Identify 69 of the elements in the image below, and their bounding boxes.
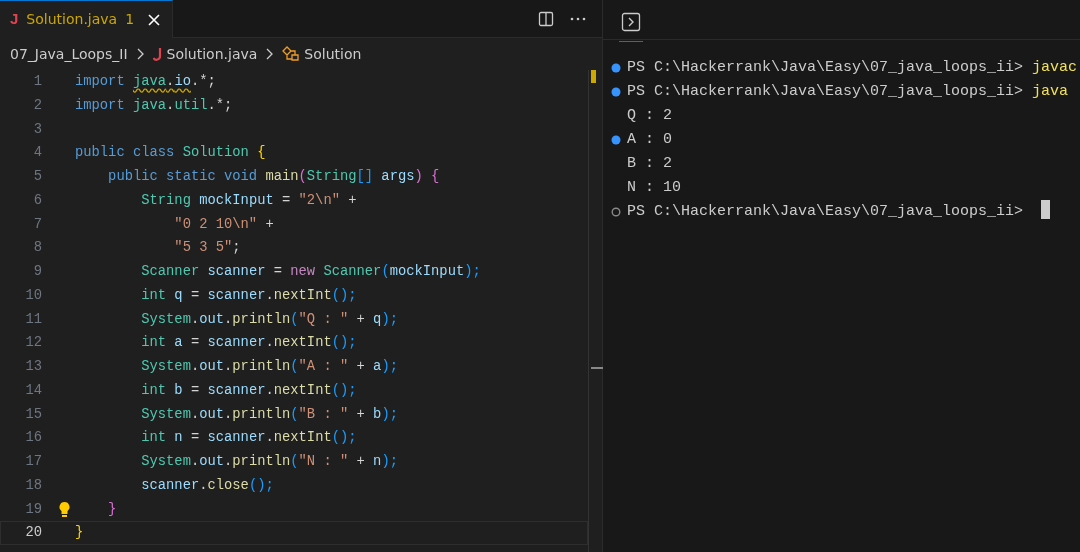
line-number: 3	[32, 120, 43, 139]
terminal-prompt: PS C:\Hackerrank\Java\Easy\07_java_loops_ii>	[627, 58, 1025, 78]
code-line: int a = scanner.nextInt();	[140, 334, 357, 353]
code-line: System.out.println("N : " + n);	[140, 453, 398, 471]
chevron-icon	[265, 48, 275, 60]
code-line: Scanner scanner = new Scanner(mockInput);	[140, 263, 481, 281]
code-line: System.out.println("Q : " + q);	[140, 310, 398, 329]
terminal-prompt: PS C:\Hackerrank\Java\Easy\07_java_loops_ii>	[627, 202, 1025, 222]
command-success-icon[interactable]	[611, 135, 621, 145]
more-actions-icon[interactable]	[570, 16, 586, 21]
terminal-output: Q : 2	[627, 106, 672, 126]
code-line: import java.io.*;	[75, 73, 216, 91]
code-line: "5 3 5";	[173, 239, 241, 258]
breadcrumb-item[interactable]: 07_Java_Loops_II	[10, 43, 128, 65]
code-line: "0 2 10\n" +	[173, 215, 274, 234]
code-line: System.out.println("B : " + b);	[140, 405, 398, 424]
java-file-icon	[152, 47, 163, 61]
terminal-icon[interactable]	[621, 11, 641, 32]
line-number: 4	[32, 144, 43, 163]
line-number: 19	[24, 500, 43, 519]
terminal-output: N : 10	[627, 178, 681, 198]
terminal-output: B : 2	[627, 154, 672, 174]
code-line: }	[107, 500, 117, 519]
line-number: 1	[32, 73, 43, 91]
command-success-icon[interactable]	[611, 63, 621, 73]
code-line: }	[75, 524, 84, 543]
line-number: 16	[24, 429, 43, 448]
line-number: 12	[24, 334, 43, 353]
line-number: 11	[24, 310, 43, 329]
line-number: 17	[24, 453, 43, 471]
terminal-command: javac	[1032, 58, 1078, 78]
code-line: String mockInput = "2\n" +	[140, 191, 357, 210]
terminal-prompt: PS C:\Hackerrank\Java\Easy\07_java_loops_ii>	[627, 82, 1025, 102]
code-line: public static void main(String[] args) {	[107, 168, 440, 186]
line-number: 5	[32, 168, 43, 186]
code-line: System.out.println("A : " + a);	[140, 358, 398, 376]
command-success-icon[interactable]	[611, 87, 621, 97]
breadcrumb-item[interactable]: Solution.java	[166, 43, 258, 65]
line-number: 13	[24, 358, 43, 376]
class-icon	[282, 46, 301, 62]
close-icon[interactable]	[146, 11, 163, 28]
line-number: 14	[24, 381, 43, 400]
code-line: int n = scanner.nextInt();	[140, 429, 357, 448]
problem-count: 1	[125, 10, 135, 29]
code-line: int q = scanner.nextInt();	[140, 286, 357, 305]
line-number: 15	[24, 405, 43, 424]
line-number: 8	[32, 239, 43, 258]
code-line: scanner.close();	[140, 476, 274, 495]
code-line: import java.util.*;	[75, 96, 233, 115]
code-line: int b = scanner.nextInt();	[140, 381, 357, 400]
line-number: 2	[32, 96, 43, 115]
java-file-icon: J	[10, 8, 19, 31]
line-number: 6	[32, 191, 43, 210]
line-number: 20	[24, 524, 43, 543]
lightbulb-icon[interactable]	[58, 500, 71, 518]
line-number: 10	[24, 286, 43, 305]
editor-tab[interactable]: J Solution.java 1	[0, 0, 174, 38]
command-pending-icon[interactable]	[611, 207, 621, 217]
line-number: 18	[24, 476, 43, 495]
breadcrumb-item[interactable]: Solution	[304, 43, 362, 65]
line-number: 7	[32, 215, 43, 234]
chevron-icon	[135, 48, 145, 60]
terminal-output: A : 0	[627, 130, 672, 150]
tab-label: Solution.java	[26, 10, 118, 29]
terminal-command: java	[1032, 82, 1069, 102]
scrollbar[interactable]	[588, 70, 602, 552]
code-line: public class Solution {	[75, 144, 266, 163]
line-number: 9	[32, 263, 43, 281]
split-editor-icon[interactable]	[538, 10, 554, 27]
